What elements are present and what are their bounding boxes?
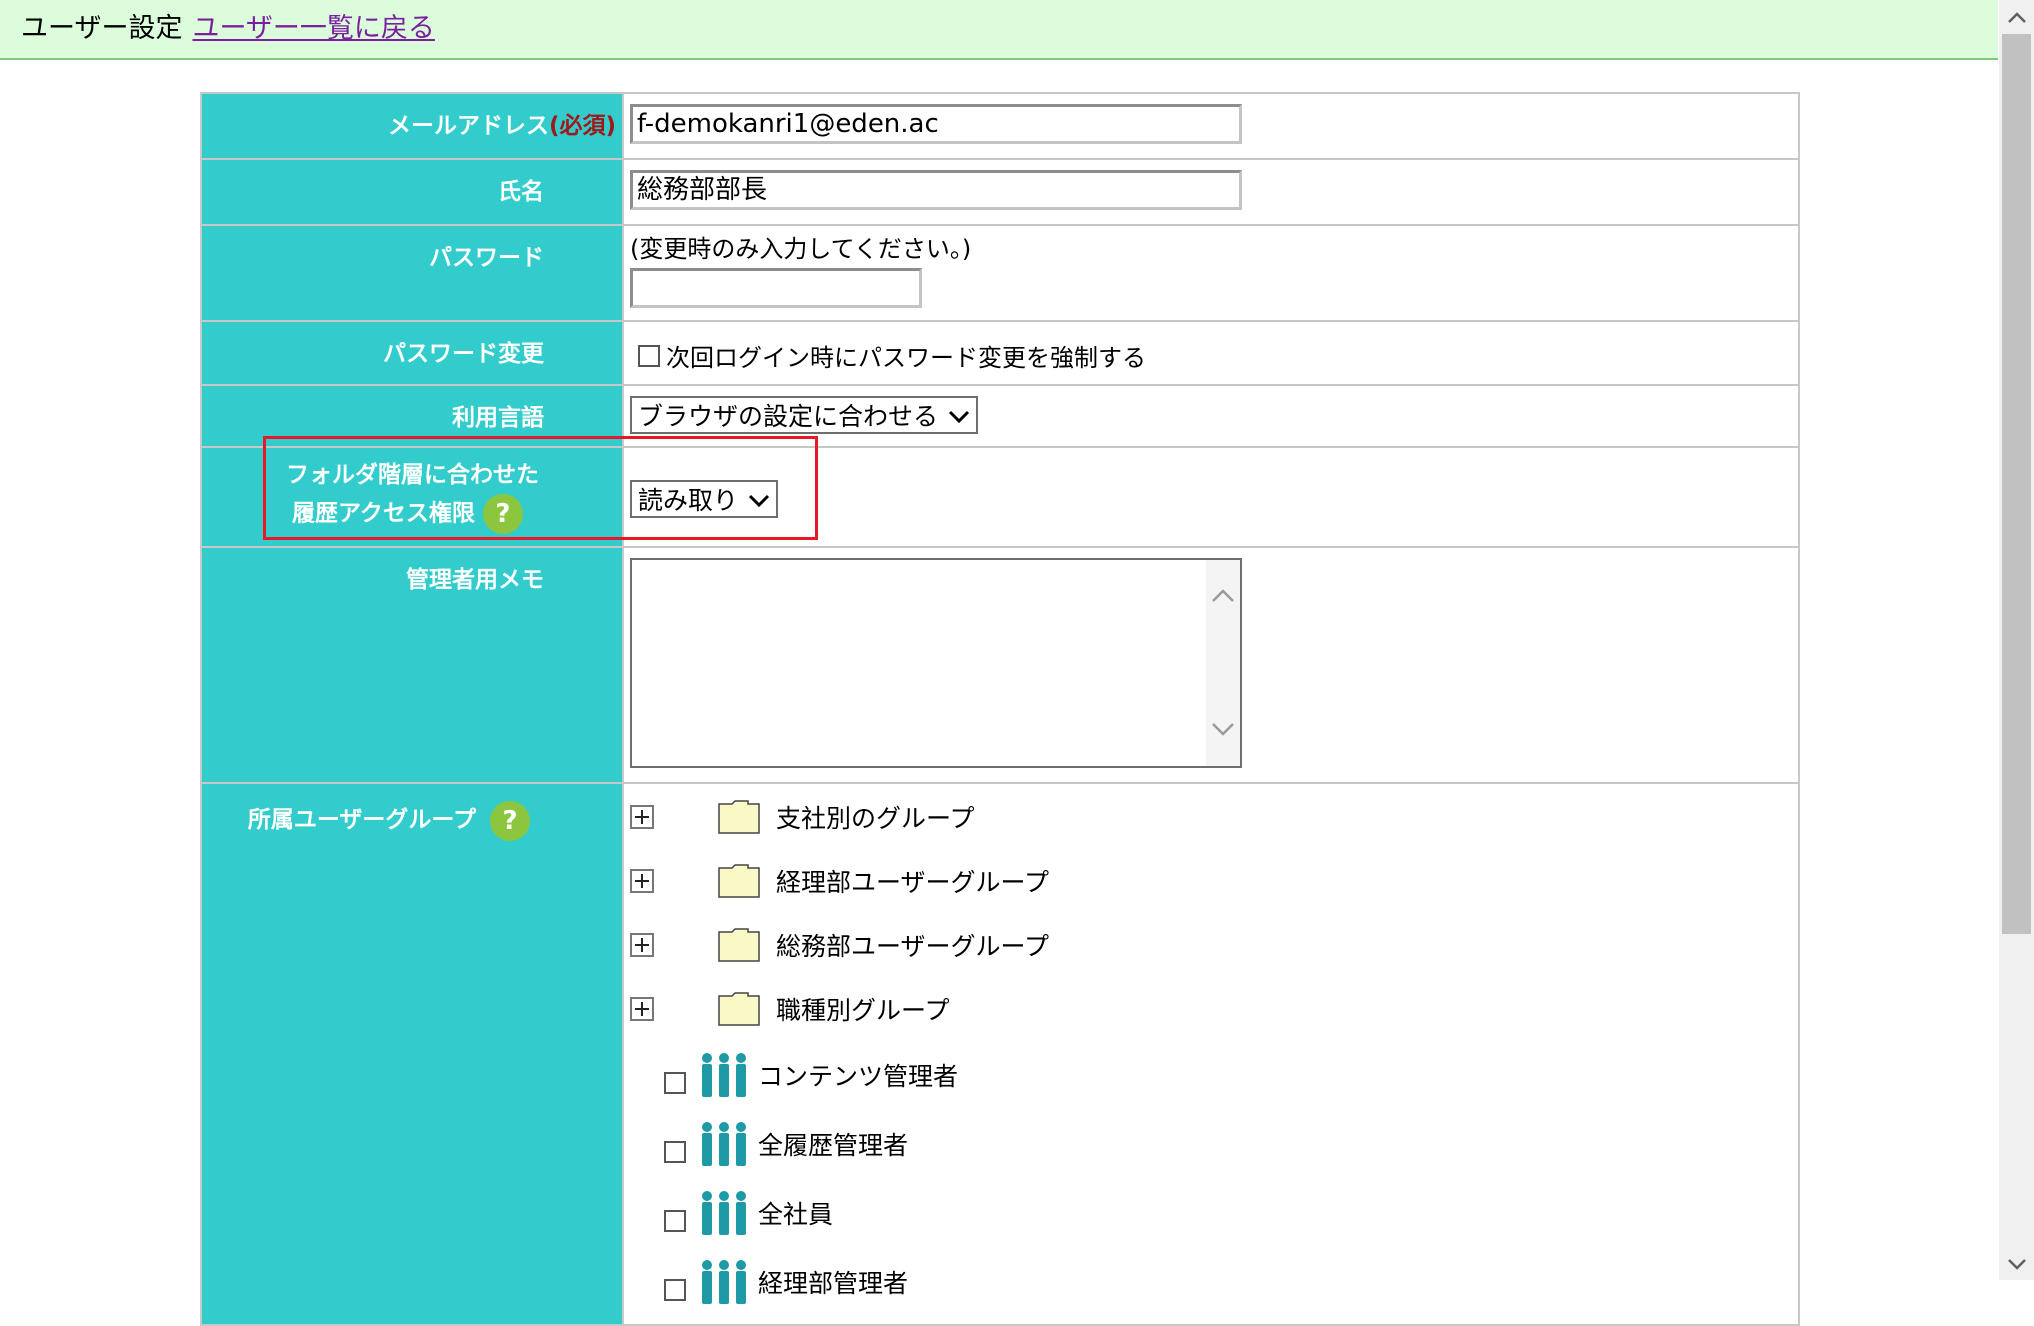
people-icon	[698, 1052, 750, 1098]
chevron-down-icon[interactable]	[1999, 1246, 2034, 1280]
password-change-label: パスワード変更	[383, 341, 544, 367]
user-settings-form: メールアドレス(必須) f-demokanri1@eden.ac 氏名 総務部部…	[200, 92, 1800, 1326]
tree-folder: 職種別グループ	[630, 984, 950, 1034]
tree-folder-label[interactable]: 支社別のグループ	[776, 799, 975, 835]
history-access-select[interactable]: 読み取り	[630, 480, 779, 518]
email-field[interactable]: f-demokanri1@eden.ac	[630, 104, 1242, 144]
group-item: 全履歴管理者	[664, 1119, 908, 1169]
chevron-up-icon[interactable]	[1206, 584, 1240, 609]
group-item-label: 全社員	[758, 1200, 834, 1229]
folder-icon	[718, 800, 760, 834]
email-label-cell: メールアドレス(必須)	[200, 92, 624, 160]
memo-scrollbar[interactable]	[1206, 560, 1240, 766]
people-icon	[698, 1121, 750, 1167]
tree-folder-label[interactable]: 職種別グループ	[776, 991, 950, 1027]
tree-folder: 総務部ユーザーグループ	[630, 920, 1049, 970]
language-label: 利用言語	[452, 405, 544, 431]
group-checkbox[interactable]	[664, 1141, 686, 1163]
memo-label: 管理者用メモ	[406, 567, 544, 593]
groups-label: 所属ユーザーグループ	[247, 807, 476, 833]
scrollbar-thumb[interactable]	[2002, 34, 2031, 934]
people-icon	[698, 1259, 750, 1305]
chevron-down-icon	[948, 401, 970, 430]
language-selected-value: ブラウザの設定に合わせる	[638, 402, 939, 431]
password-label: パスワード	[429, 245, 544, 271]
group-checkbox[interactable]	[664, 1072, 686, 1094]
memo-textarea[interactable]	[630, 558, 1242, 768]
plus-icon[interactable]	[630, 805, 654, 829]
email-label: メールアドレス	[387, 113, 549, 139]
plus-icon[interactable]	[630, 869, 654, 893]
name-label: 氏名	[498, 179, 544, 205]
tree-folder: 経理部ユーザーグループ	[630, 856, 1049, 906]
help-icon[interactable]: ?	[482, 494, 523, 534]
folder-icon	[718, 864, 760, 898]
folder-icon	[718, 928, 760, 962]
password-field[interactable]	[630, 268, 922, 308]
plus-icon[interactable]	[630, 997, 654, 1021]
history-access-selected-value: 読み取り	[638, 486, 739, 515]
group-item-label: 全履歴管理者	[758, 1131, 909, 1160]
plus-icon[interactable]	[630, 933, 654, 957]
page-scrollbar[interactable]	[1999, 0, 2034, 1280]
force-password-change-text: 次回ログイン時にパスワード変更を強制する	[666, 344, 1146, 372]
tree-folder-label[interactable]: 総務部ユーザーグループ	[776, 927, 1049, 963]
history-access-label-line1: フォルダ階層に合わせた	[286, 462, 539, 488]
page-header: ユーザー設定 ユーザー一覧に戻る	[0, 0, 1998, 60]
password-hint: (変更時のみ入力してください。)	[630, 235, 972, 263]
force-password-change-checkbox[interactable]	[638, 344, 660, 367]
group-checkbox[interactable]	[664, 1210, 686, 1232]
chevron-down-icon	[748, 485, 770, 514]
page-title: ユーザー設定	[21, 13, 183, 44]
group-item: コンテンツ管理者	[664, 1050, 958, 1100]
group-item: 経理部管理者	[664, 1257, 908, 1307]
tree-folder-label[interactable]: 経理部ユーザーグループ	[776, 863, 1049, 899]
language-select[interactable]: ブラウザの設定に合わせる	[630, 396, 979, 434]
group-item-label: コンテンツ管理者	[758, 1062, 959, 1091]
folder-icon	[718, 992, 760, 1026]
tree-folder: 支社別のグループ	[630, 792, 975, 842]
required-mark: (必須)	[548, 113, 616, 139]
name-field[interactable]: 総務部部長	[630, 170, 1242, 210]
back-to-user-list-link[interactable]: ユーザー一覧に戻る	[192, 13, 434, 44]
group-tree: 支社別のグループ 経理部ユーザーグループ 総務部ユーザーグループ 職種別グループ…	[624, 784, 1798, 1320]
group-item-label: 経理部管理者	[758, 1269, 909, 1298]
group-item: 全社員	[664, 1188, 833, 1238]
chevron-down-icon[interactable]	[1206, 717, 1240, 742]
help-icon[interactable]: ?	[490, 800, 530, 841]
people-icon	[698, 1190, 750, 1236]
history-access-label-line2: 履歴アクセス権限	[292, 500, 475, 527]
chevron-up-icon[interactable]	[1999, 0, 2034, 34]
group-checkbox[interactable]	[664, 1279, 686, 1301]
